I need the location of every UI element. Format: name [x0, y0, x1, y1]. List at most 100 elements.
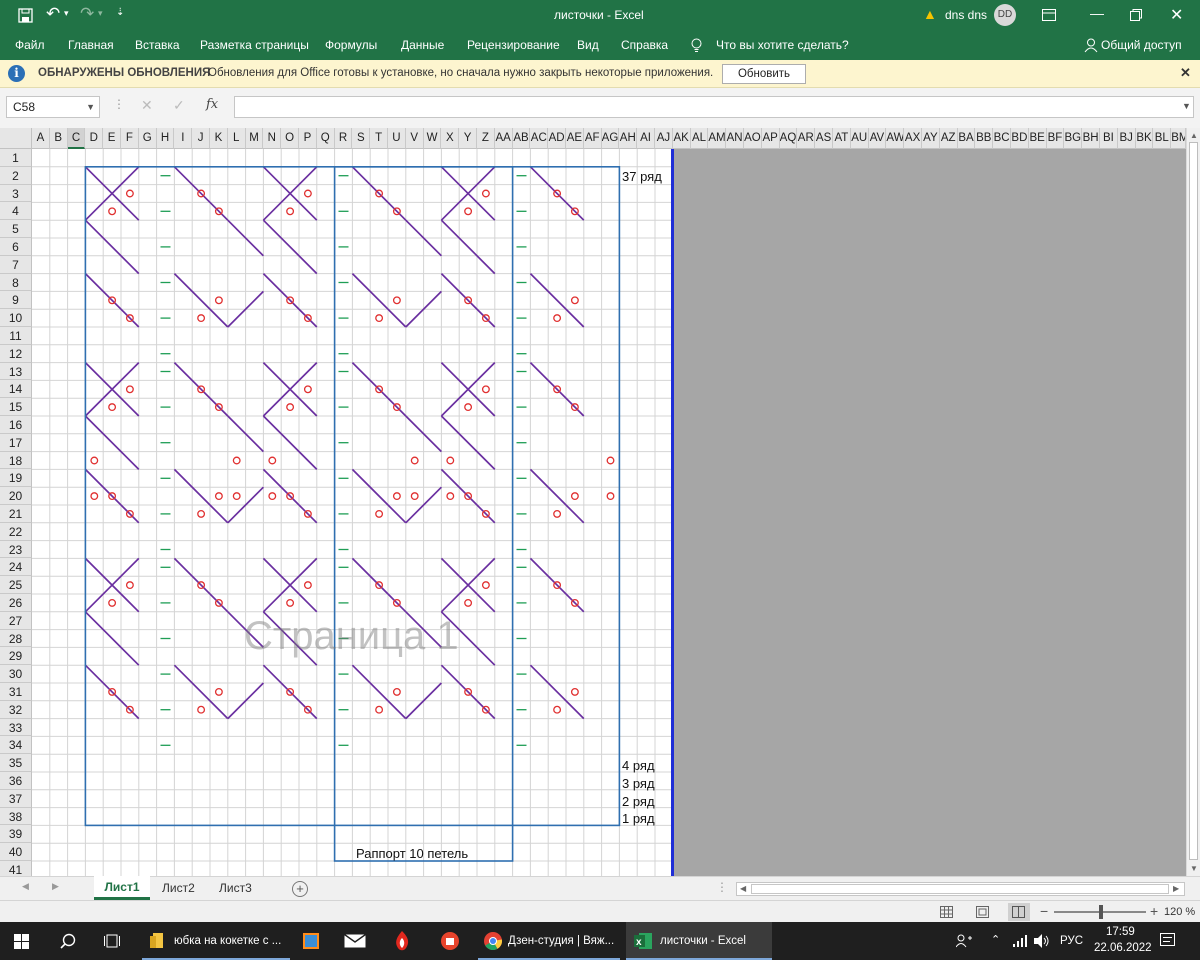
taskbar-item-folder-label: юбка на кокетке с ... — [174, 935, 282, 947]
tab-review[interactable]: Рецензирование — [467, 38, 560, 52]
scroll-left-icon[interactable]: ◀ — [740, 884, 746, 893]
decrease-line — [529, 468, 585, 524]
name-box[interactable]: C58 ▼ — [6, 96, 100, 118]
yarn-over-symbol — [410, 456, 419, 465]
yarn-over-symbol — [375, 705, 384, 714]
yarn-over-symbol — [197, 509, 206, 518]
decrease-line — [173, 166, 229, 221]
scroll-right-icon[interactable]: ▶ — [1173, 884, 1179, 893]
clock-date[interactable]: 22.06.2022 — [1094, 942, 1152, 954]
formula-input[interactable] — [234, 96, 1194, 118]
restore-icon[interactable] — [1130, 9, 1142, 21]
insert-function-icon[interactable]: fx — [206, 97, 218, 112]
redo-icon[interactable]: ↷ — [80, 4, 94, 24]
people-icon[interactable] — [956, 934, 972, 948]
scroll-down-icon[interactable]: ▼ — [1190, 864, 1198, 873]
folder-icon — [150, 933, 163, 948]
name-box-value: C58 — [13, 100, 36, 114]
scroll-sheets-right-icon[interactable]: ▶ — [52, 881, 59, 892]
video-player-icon[interactable] — [303, 933, 319, 949]
windows-start-icon[interactable] — [14, 934, 29, 949]
zoom-level[interactable]: 120 % — [1164, 906, 1195, 918]
new-sheet-button[interactable]: + — [292, 881, 308, 897]
scroll-sheets-left-icon[interactable]: ◀ — [22, 881, 29, 892]
minimize-icon[interactable]: — — [1090, 5, 1104, 21]
flame-app-icon[interactable] — [394, 931, 410, 951]
person-icon — [1084, 38, 1098, 53]
tab-view[interactable]: Вид — [577, 38, 599, 52]
decrease-line — [440, 415, 496, 471]
enter-entry-icon[interactable]: ✓ — [173, 97, 185, 114]
decrease-line — [173, 361, 229, 417]
tabs-splitter-icon[interactable]: ⋮ — [716, 880, 728, 894]
label-row-3: 3 ряд — [622, 776, 655, 791]
close-infobar-icon[interactable]: ✕ — [1180, 65, 1191, 81]
sheet-tab-list1[interactable]: Лист1 — [94, 876, 150, 900]
taskbar-item-folder[interactable]: юбка на кокетке с ... — [140, 922, 292, 960]
expand-formula-icon[interactable]: ▼ — [1182, 101, 1191, 111]
zoom-slider[interactable] — [1054, 905, 1146, 919]
avatar[interactable]: DD — [994, 4, 1016, 26]
tell-me-box[interactable]: Что вы хотите сделать? — [716, 38, 849, 52]
save-icon[interactable] — [18, 8, 33, 23]
tab-file[interactable]: Файл — [15, 38, 45, 52]
yarn-over-symbol — [197, 705, 206, 714]
ribbon-display-options-icon[interactable] — [1042, 9, 1056, 21]
horizontal-scroll-thumb[interactable] — [751, 884, 1169, 894]
formula-bar: C58 ▼ ⋮ ✕ ✓ fx ▼ — [0, 88, 1200, 128]
vertical-scroll-thumb[interactable] — [1189, 142, 1198, 860]
notifications-icon[interactable] — [1160, 933, 1175, 948]
mail-icon[interactable] — [344, 934, 366, 948]
zoom-out-icon[interactable]: − — [1040, 903, 1048, 919]
clock-time[interactable]: 17:59 — [1106, 926, 1135, 938]
taskbar-item-chrome-label: Дзен-студия | Вяж... — [508, 935, 615, 947]
customize-qat-icon[interactable]: ⇣ — [116, 7, 124, 18]
cancel-entry-icon[interactable]: ✕ — [141, 97, 153, 114]
update-button[interactable]: Обновить — [722, 64, 806, 84]
sheet-tab-list3[interactable]: Лист3 — [219, 881, 252, 895]
input-language[interactable]: РУС — [1060, 922, 1083, 960]
taskbar-item-chrome[interactable]: Дзен-студия | Вяж... — [476, 922, 622, 960]
sheet-tab-list2[interactable]: Лист2 — [162, 881, 195, 895]
volume-icon[interactable] — [1034, 934, 1050, 948]
undo-dropdown-icon[interactable]: ▾ — [64, 8, 69, 19]
tab-insert[interactable]: Вставка — [135, 38, 180, 52]
horizontal-scrollbar[interactable]: ◀ ▶ — [736, 882, 1185, 896]
worksheet[interactable]: A B C D E F G H I J K L M N O P Q R S T U V W X Y Z AA AB AC AD AE AF AG… — [0, 128, 1200, 876]
undo-icon[interactable]: ↶ — [46, 4, 60, 24]
network-icon[interactable] — [1013, 935, 1027, 947]
close-window-icon[interactable]: ✕ — [1170, 5, 1183, 25]
yarn-over-symbol — [392, 296, 401, 305]
vertical-scrollbar[interactable]: ▲ ▼ — [1186, 128, 1200, 876]
yarn-over-symbol — [481, 189, 490, 198]
label-row-2: 2 ряд — [622, 794, 655, 809]
tab-home[interactable]: Главная — [68, 38, 114, 52]
tab-page-layout[interactable]: Разметка страницы — [200, 38, 309, 52]
redo-dropdown-icon[interactable]: ▾ — [98, 8, 103, 19]
svg-text:x: x — [636, 937, 642, 948]
name-box-dropdown-icon[interactable]: ▼ — [86, 97, 95, 117]
page-layout-view-icon[interactable] — [976, 906, 989, 918]
zoom-slider-thumb[interactable] — [1099, 905, 1103, 919]
search-icon[interactable] — [60, 933, 76, 949]
info-icon: i — [8, 65, 25, 82]
normal-view-icon[interactable] — [940, 906, 953, 918]
tab-help[interactable]: Справка — [621, 38, 668, 52]
store-icon[interactable] — [440, 931, 460, 951]
decrease-line — [262, 272, 318, 328]
page-break-view-icon[interactable] — [1008, 903, 1030, 921]
formula-bar-grip-icon: ⋮ — [113, 97, 125, 111]
yarn-over-symbol — [553, 705, 562, 714]
taskbar-item-excel[interactable]: x листочки - Excel — [626, 922, 772, 960]
yarn-over-symbol — [464, 598, 473, 607]
tab-data[interactable]: Данные — [401, 38, 444, 52]
yarn-over-symbol — [232, 456, 241, 465]
scroll-up-icon[interactable]: ▲ — [1190, 131, 1198, 140]
tab-formulas[interactable]: Формулы — [325, 38, 377, 52]
share-button[interactable]: Общий доступ — [1101, 38, 1182, 52]
task-view-icon[interactable] — [104, 933, 120, 949]
zoom-in-icon[interactable]: + — [1150, 903, 1158, 919]
yarn-over-symbol — [446, 456, 455, 465]
yarn-over-symbol — [606, 492, 615, 501]
tray-chevron-icon[interactable]: ⌃ — [991, 933, 1000, 946]
